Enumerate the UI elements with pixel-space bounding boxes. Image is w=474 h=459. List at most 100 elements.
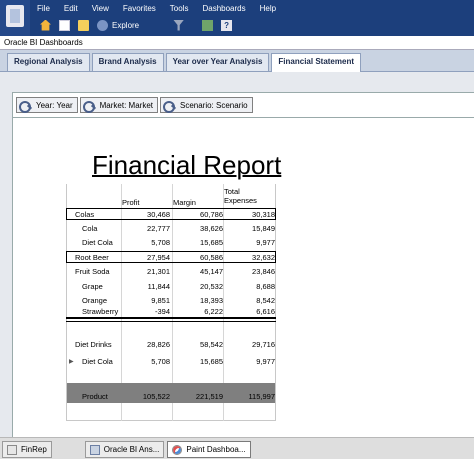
cell-expenses: 8,542: [256, 296, 275, 305]
tab-brand-analysis[interactable]: Brand Analysis: [91, 53, 164, 71]
cell-profit: 27,954: [147, 253, 170, 262]
cell-margin: 38,626: [200, 224, 223, 233]
cell-expenses: 32,632: [252, 253, 275, 262]
logo-icon: [6, 5, 24, 27]
filter-icon[interactable]: [173, 19, 185, 31]
cell-profit: 9,851: [151, 296, 170, 305]
new-page-icon[interactable]: [59, 19, 70, 31]
cell-profit: 28,826: [147, 340, 170, 349]
browser-icon: [89, 444, 100, 455]
header-total: Total: [224, 187, 240, 196]
folder-icon[interactable]: [78, 19, 89, 31]
cell-expenses: 6,616: [256, 307, 275, 316]
title-bar: File Edit View Favorites Tools Dashboard…: [0, 0, 474, 36]
prompt-search-icon: [19, 100, 33, 113]
action-icon[interactable]: [202, 19, 214, 31]
row-label: Root Beer: [75, 253, 109, 262]
cell-expenses: 15,849: [252, 224, 275, 233]
cell-profit: 21,301: [147, 267, 170, 276]
cell-margin: 6,222: [204, 307, 223, 316]
menu-bar: File Edit View Favorites Tools Dashboard…: [30, 2, 283, 16]
cell-margin: 15,685: [200, 238, 223, 247]
menu-help[interactable]: Help: [253, 2, 283, 16]
table-row: Diet Drinks 28,826 58,542 29,716: [67, 339, 275, 351]
cell-margin: 58,542: [200, 340, 223, 349]
cell-margin: 45,147: [200, 267, 223, 276]
row-label: Product: [82, 392, 108, 401]
paint-icon: [172, 444, 183, 455]
home-icon[interactable]: [40, 19, 51, 31]
table-row: Diet Cola 5,708 15,685 9,977: [67, 237, 275, 249]
explore-button[interactable]: Explore: [112, 21, 139, 30]
app-name: Oracle BI Dashboards: [0, 36, 474, 50]
taskbar-item-label: Oracle BI Ans...: [103, 445, 160, 454]
cell-expenses: 29,716: [252, 340, 275, 349]
cell-expenses: 8,688: [256, 282, 275, 291]
prompt-year[interactable]: Year: Year: [16, 97, 78, 113]
table-row: Colas 30,468 60,786 30,318: [66, 208, 276, 220]
table-row: Root Beer 27,954 60,586 32,632: [66, 251, 276, 263]
row-label: Strawberry: [82, 307, 119, 316]
app-logo: [0, 0, 30, 36]
taskbar-item-label: FinRep: [21, 445, 47, 454]
prompt-scenario[interactable]: Scenario: Scenario: [159, 97, 253, 113]
prompt-market-label: Market: Market: [99, 100, 153, 110]
section-divider: [66, 321, 276, 322]
cell-expenses: 23,846: [252, 267, 275, 276]
tab-financial-statement[interactable]: Financial Statement: [271, 53, 361, 72]
explore-icon[interactable]: [97, 19, 108, 31]
taskbar-item-label: Paint Dashboa...: [186, 445, 246, 454]
prompt-market[interactable]: Market: Market: [79, 97, 158, 113]
cell-profit: 22,777: [147, 224, 170, 233]
menu-edit[interactable]: Edit: [57, 2, 85, 16]
cell-profit: 105,522: [142, 392, 170, 401]
row-label: Diet Drinks: [75, 340, 112, 349]
cell-margin: 20,532: [200, 282, 223, 291]
cell-margin: 15,685: [200, 357, 223, 366]
toolbar: Explore ?: [30, 16, 233, 34]
cell-margin: 18,393: [200, 296, 223, 305]
prompt-search-icon: [162, 100, 177, 113]
total-row: Product 105,522 221,519 115,997: [67, 391, 275, 403]
table-row: Diet Cola 5,708 15,685 9,977: [67, 356, 275, 368]
menu-favorites[interactable]: Favorites: [116, 2, 163, 16]
table-row: Grape 11,844 20,532 8,688: [67, 281, 275, 293]
cell-profit: 5,708: [151, 238, 170, 247]
header-margin: Margin: [173, 198, 196, 207]
taskbar-item-oracle-bi[interactable]: Oracle BI Ans...: [84, 441, 165, 458]
help-icon[interactable]: ?: [221, 19, 233, 31]
taskbar-item-paint[interactable]: Paint Dashboa...: [167, 441, 251, 458]
menu-file[interactable]: File: [30, 2, 57, 16]
divider: [12, 117, 474, 118]
tab-year-over-year-analysis[interactable]: Year over Year Analysis: [165, 53, 270, 71]
cell-margin: 221,519: [195, 392, 223, 401]
taskbar-item-finrep[interactable]: FinRep: [2, 441, 52, 458]
header-expenses: Expenses: [224, 196, 257, 205]
row-label: Diet Cola: [82, 357, 113, 366]
prompt-scenario-label: Scenario: Scenario: [179, 100, 248, 110]
menu-dashboards[interactable]: Dashboards: [195, 2, 252, 16]
prompt-bar: Year: Year Market: Market Scenario: Scen…: [16, 97, 253, 113]
section-divider: [66, 317, 276, 319]
menu-tools[interactable]: Tools: [163, 2, 196, 16]
tab-regional-analysis[interactable]: Regional Analysis: [7, 53, 90, 71]
table-row: Cola 22,777 38,626 15,849: [67, 223, 275, 235]
header-profit: Profit: [122, 198, 140, 207]
document-icon: [7, 444, 17, 455]
menu-view[interactable]: View: [85, 2, 116, 16]
dashboard-tab-bar: Regional Analysis Brand Analysis Year ov…: [0, 50, 474, 72]
row-label: Cola: [82, 224, 98, 233]
cell-profit: 11,844: [147, 282, 170, 291]
row-label: Fruit Soda: [75, 267, 110, 276]
row-label: Colas: [75, 210, 95, 219]
cell-margin: 60,586: [200, 253, 223, 262]
taskbar: FinRep Oracle BI Ans... Paint Dashboa...: [0, 437, 474, 459]
cell-expenses: 9,977: [256, 357, 275, 366]
row-label: Orange: [82, 296, 108, 305]
report-title: Financial Report: [92, 150, 282, 180]
cell-expenses: 9,977: [256, 238, 275, 247]
prompt-search-icon: [82, 100, 97, 113]
cell-profit: 30,468: [147, 210, 170, 219]
cell-expenses: 115,997: [248, 392, 275, 401]
cell-profit: -394: [154, 307, 170, 316]
